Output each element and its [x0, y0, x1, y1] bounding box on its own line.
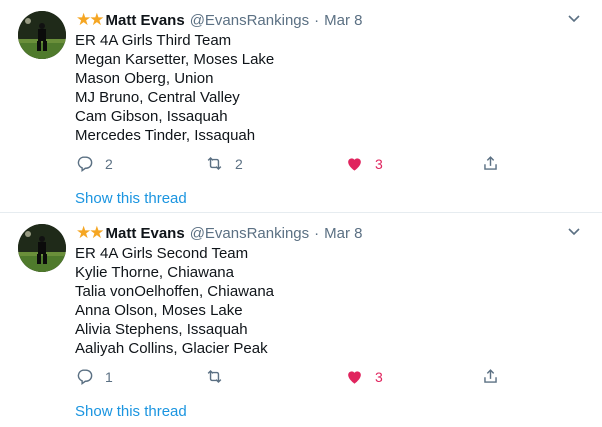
share-icon — [484, 369, 497, 383]
author-name[interactable]: Matt Evans — [105, 225, 184, 242]
author-handle[interactable]: @EvansRankings — [190, 225, 309, 242]
tweet-header: ★★ Matt Evans @EvansRankings · Mar 8 — [76, 10, 362, 30]
tweet[interactable]: ★★ Matt Evans @EvansRankings · Mar 8 ER 4A Gi… — [0, 213, 602, 427]
show-thread-link[interactable]: Show this thread — [75, 403, 187, 420]
tweet-line: Mason Oberg, Union — [75, 70, 214, 87]
reply-count: 1 — [105, 368, 113, 385]
author-name[interactable]: Matt Evans — [105, 12, 184, 29]
tweet-line: Cam Gibson, Issaquah — [75, 108, 228, 125]
tweet-line: Mercedes Tinder, Issaquah — [75, 127, 256, 144]
reply-button[interactable]: 2 — [75, 154, 113, 173]
tweet-actions: 13 — [75, 367, 505, 387]
share-button[interactable] — [481, 367, 500, 386]
reply-icon — [77, 156, 93, 173]
timeline: ★★ Matt Evans @EvansRankings · Mar 8 ER 4A Gi… — [0, 0, 602, 427]
retweet-button[interactable] — [205, 367, 235, 386]
tweet-actions: 2 2 3 — [75, 154, 505, 174]
separator-dot: · — [314, 11, 320, 29]
heart-filled-icon — [348, 158, 361, 171]
retweet-count: 2 — [235, 155, 243, 172]
share-button[interactable] — [481, 154, 500, 173]
tweet-text: ER 4A Girls Second Team Kylie Thorne, Chi… — [75, 244, 274, 358]
tweet-line: Talia vonOelhoffen, Chiawana — [75, 283, 275, 300]
chevron-down-icon[interactable] — [566, 223, 582, 239]
retweet-button[interactable]: 2 — [205, 154, 243, 173]
tweet-line: ER 4A Girls Second Team — [75, 245, 249, 262]
tweet-line: Megan Karsetter, Moses Lake — [75, 51, 275, 68]
tweet-line: Aaliyah Collins, Glacier Peak — [75, 340, 268, 357]
like-count: 3 — [375, 155, 383, 172]
reply-count: 2 — [105, 155, 113, 172]
chevron-down-icon[interactable] — [566, 10, 582, 26]
reply-icon — [77, 369, 93, 386]
like-button[interactable]: 3 — [345, 154, 383, 173]
tweet-line: Kylie Thorne, Chiawana — [75, 264, 234, 281]
tweet-header: ★★ Matt Evans @EvansRankings · Mar 8 — [76, 223, 362, 243]
tweet-text: ER 4A Girls Third Team Megan Karsetter, M… — [75, 31, 274, 145]
tweet-line: ER 4A Girls Third Team — [75, 32, 232, 49]
tweet-date[interactable]: Mar 8 — [324, 12, 362, 29]
show-thread-link[interactable]: Show this thread — [75, 190, 187, 207]
star-icons: ★★ — [76, 10, 105, 29]
separator-dot: · — [314, 224, 320, 242]
retweet-icon — [207, 369, 222, 384]
like-count: 3 — [375, 368, 383, 385]
retweet-icon — [207, 156, 222, 171]
avatar[interactable] — [18, 224, 66, 272]
like-button[interactable]: 3 — [345, 367, 383, 386]
tweet-line: Anna Olson, Moses Lake — [75, 302, 243, 319]
tweet-line: Alivia Stephens, Issaquah — [75, 321, 248, 338]
tweet[interactable]: ★★ Matt Evans @EvansRankings · Mar 8 ER 4A Gi… — [0, 0, 602, 213]
avatar[interactable] — [18, 11, 66, 59]
author-handle[interactable]: @EvansRankings — [190, 12, 309, 29]
heart-filled-icon — [348, 371, 361, 384]
star-icons: ★★ — [76, 223, 105, 242]
share-icon — [484, 156, 497, 170]
tweet-date[interactable]: Mar 8 — [324, 225, 362, 242]
tweet-line: MJ Bruno, Central Valley — [75, 89, 240, 106]
reply-button[interactable]: 1 — [75, 367, 113, 386]
